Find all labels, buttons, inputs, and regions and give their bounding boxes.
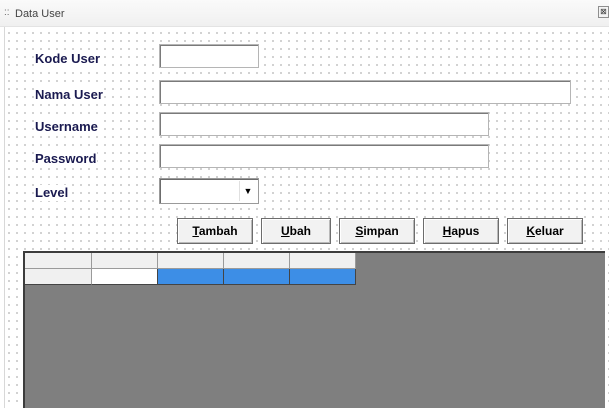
keluar-mnemonic: K <box>526 224 535 238</box>
password-label: Password <box>34 151 98 167</box>
keluar-button[interactable]: Keluar <box>507 218 583 244</box>
simpan-button[interactable]: Simpan <box>339 218 415 244</box>
grid-selected-cell[interactable] <box>158 269 224 285</box>
level-label: Level <box>34 185 70 201</box>
grid-column-header[interactable] <box>92 253 158 269</box>
ubah-label-rest: bah <box>289 224 311 238</box>
kode-user-input[interactable] <box>159 44 259 68</box>
data-user-window: :: Data User ⊠ Kode User Nama User Usern… <box>0 0 609 408</box>
grid-column-header[interactable] <box>290 253 356 269</box>
close-button[interactable]: ⊠ <box>598 6 609 18</box>
window-title: Data User <box>15 8 65 20</box>
grid-selected-cell[interactable] <box>224 269 290 285</box>
hapus-button[interactable]: Hapus <box>423 218 499 244</box>
hapus-label-rest: apus <box>451 224 480 238</box>
ubah-button[interactable]: Ubah <box>261 218 331 244</box>
password-input[interactable] <box>159 144 489 168</box>
tambah-button[interactable]: Tambah <box>177 218 253 244</box>
kode-user-label: Kode User <box>34 51 102 67</box>
grid-column-header[interactable] <box>158 253 224 269</box>
keluar-label-rest: eluar <box>534 224 564 238</box>
ubah-mnemonic: U <box>280 224 290 238</box>
nama-user-label: Nama User <box>34 87 104 103</box>
grid-column-header[interactable] <box>224 253 290 269</box>
level-select[interactable]: ▼ <box>159 178 259 204</box>
grid-current-cell[interactable] <box>92 269 158 285</box>
dropdown-arrow-icon[interactable]: ▼ <box>239 181 256 201</box>
title-grip-icon: :: <box>4 7 10 18</box>
username-input[interactable] <box>159 112 489 136</box>
data-grid[interactable] <box>23 251 605 408</box>
nama-user-input[interactable] <box>159 80 571 104</box>
grid-corner-header[interactable] <box>25 253 92 269</box>
title-bar[interactable]: :: Data User ⊠ <box>0 0 609 27</box>
username-label: Username <box>34 119 99 135</box>
grid-selected-cell[interactable] <box>290 269 356 285</box>
tambah-label-rest: ambah <box>198 224 238 238</box>
simpan-label-rest: impan <box>363 224 399 238</box>
grid-row-header[interactable] <box>25 269 92 285</box>
